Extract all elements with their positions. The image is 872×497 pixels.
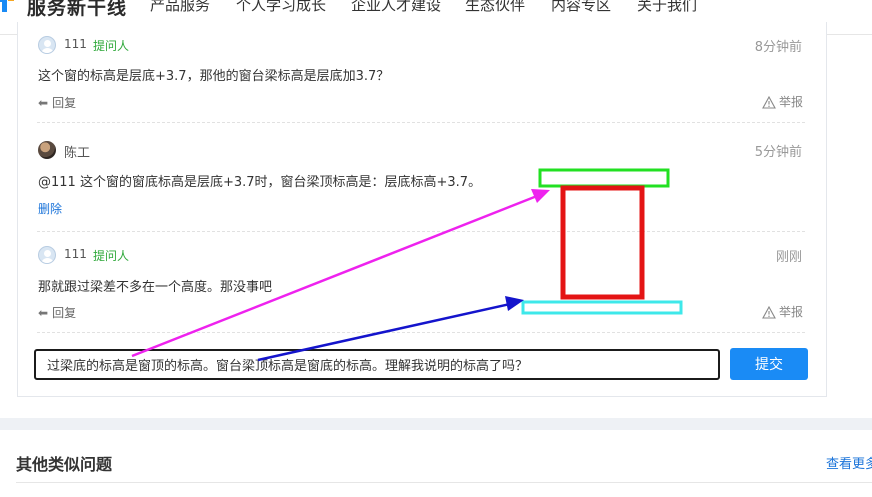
view-more-link[interactable]: 查看更多	[826, 453, 872, 472]
avatar	[38, 36, 56, 54]
nav-item-enterprise-talent[interactable]: 企业人才建设	[351, 0, 441, 15]
comment-text: 那就跟过梁差不多在一个高度。那没事吧	[38, 280, 273, 295]
submit-button[interactable]: 提交	[730, 348, 808, 380]
divider	[37, 231, 805, 232]
asker-badge: 提问人	[93, 39, 130, 53]
nav-item-ecosystem-partners[interactable]: 生态伙伴	[465, 0, 525, 15]
comment-text: 这个窗的标高是层底+3.7，那他的窗台梁标高是层底加3.7？	[38, 69, 390, 84]
comment-text: @111 这个窗的窗底标高是层底+3.7时，窗台梁顶标高是：层底标高+3.7。	[38, 175, 482, 190]
report-label: 举报	[779, 95, 804, 109]
report-label: 举报	[779, 305, 804, 319]
avatar	[38, 246, 56, 264]
reply-button[interactable]: ⬅ 回复	[38, 94, 76, 111]
warning-icon	[762, 95, 776, 109]
divider	[16, 482, 872, 483]
report-button[interactable]: 举报	[762, 303, 803, 320]
nav-item-about-us[interactable]: 关于我们	[637, 0, 697, 15]
divider	[37, 332, 805, 333]
comment-username[interactable]: 陈工	[64, 142, 90, 161]
avatar	[38, 141, 56, 159]
report-button[interactable]: 举报	[762, 93, 803, 110]
reply-arrow-icon: ⬅	[38, 306, 49, 320]
comment-username[interactable]: 111	[64, 247, 87, 261]
reply-label: 回复	[52, 96, 77, 110]
reply-arrow-icon: ⬅	[38, 96, 49, 110]
similar-questions-title: 其他类似问题	[16, 455, 113, 474]
comment-time: 刚刚	[775, 250, 802, 265]
reply-input[interactable]	[34, 349, 720, 380]
logo-icon	[0, 0, 14, 12]
comment-username[interactable]: 111	[64, 37, 87, 51]
logo-text[interactable]: 服务新干线	[27, 0, 127, 20]
comment-time: 5分钟前	[754, 145, 802, 160]
nav-item-content-zone[interactable]: 内容专区	[551, 0, 611, 15]
asker-badge: 提问人	[93, 249, 130, 263]
reply-button[interactable]: ⬅ 回复	[38, 304, 76, 321]
comment-time: 8分钟前	[754, 40, 802, 55]
section-separator	[0, 418, 872, 430]
warning-icon	[762, 305, 776, 319]
divider	[37, 122, 805, 123]
delete-button[interactable]: 删除	[38, 200, 62, 217]
nav-item-personal-growth[interactable]: 个人学习成长	[236, 0, 326, 15]
nav-item-product-services[interactable]: 产品服务	[150, 0, 210, 15]
reply-label: 回复	[52, 306, 77, 320]
